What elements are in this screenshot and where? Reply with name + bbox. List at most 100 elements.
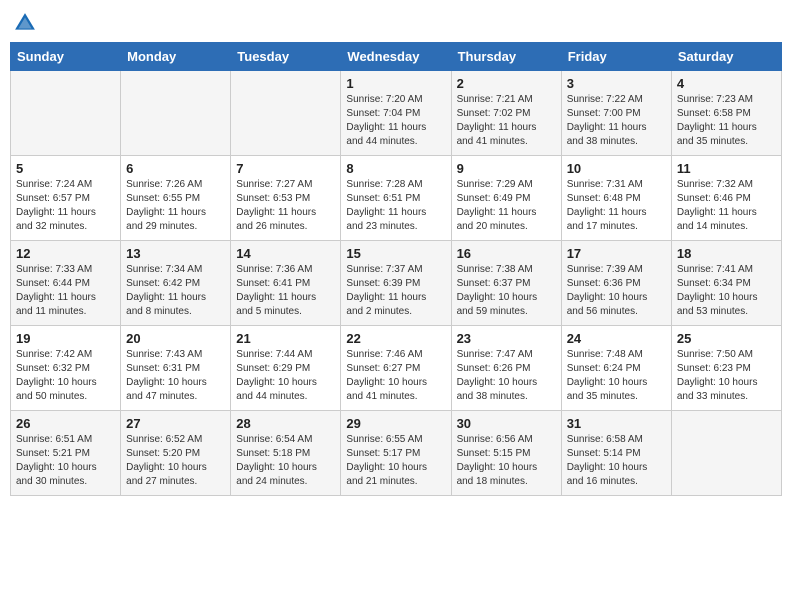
day-number: 26 [16,416,115,431]
day-info: Sunrise: 7:21 AM Sunset: 7:02 PM Dayligh… [457,93,556,149]
day-cell: 1Sunrise: 7:20 AM Sunset: 7:04 PM Daylig… [341,71,451,156]
day-info: Sunrise: 7:26 AM Sunset: 6:55 PM Dayligh… [126,178,225,234]
day-number: 14 [236,246,335,261]
day-number: 17 [567,246,666,261]
day-cell: 31 Sunrise: 6:58 AM Sunset: 5:14 PM Dayli… [561,411,671,496]
day-number: 7 [236,161,335,176]
day-cell [671,411,781,496]
header-cell-sunday: Sunday [11,43,121,71]
day-cell: 9 Sunrise: 7:29 AM Sunset: 6:49 PM Daylig… [451,156,561,241]
day-info: Sunrise: 6:52 AM Sunset: 5:20 PM Dayligh… [126,433,225,489]
day-info: Sunrise: 7:33 AM Sunset: 6:44 PM Dayligh… [16,263,115,319]
logo [14,10,40,34]
day-number: 13 [126,246,225,261]
day-info: Sunrise: 6:54 AM Sunset: 5:18 PM Dayligh… [236,433,335,489]
header-cell-wednesday: Wednesday [341,43,451,71]
calendar-header: SundayMondayTuesdayWednesdayThursdayFrid… [11,43,782,71]
day-cell: 2 Sunrise: 7:21 AM Sunset: 7:02 PM Daylig… [451,71,561,156]
header-cell-monday: Monday [121,43,231,71]
day-cell: 11 Sunrise: 7:32 AM Sunset: 6:46 PM Dayli… [671,156,781,241]
day-info: Sunrise: 7:34 AM Sunset: 6:42 PM Dayligh… [126,263,225,319]
day-number: 28 [236,416,335,431]
day-info: Sunrise: 7:37 AM Sunset: 6:39 PM Dayligh… [346,263,445,319]
day-cell: 21Sunrise: 7:44 AM Sunset: 6:29 PM Dayli… [231,326,341,411]
day-cell: 16Sunrise: 7:38 AM Sunset: 6:37 PM Dayli… [451,241,561,326]
day-cell: 5 Sunrise: 7:24 AM Sunset: 6:57 PM Daylig… [11,156,121,241]
day-number: 9 [457,161,556,176]
header-row: SundayMondayTuesdayWednesdayThursdayFrid… [11,43,782,71]
day-number: 21 [236,331,335,346]
day-number: 29 [346,416,445,431]
day-info: Sunrise: 6:58 AM Sunset: 5:14 PM Dayligh… [567,433,666,489]
day-info: Sunrise: 7:32 AM Sunset: 6:46 PM Dayligh… [677,178,776,234]
day-info: Sunrise: 7:50 AM Sunset: 6:23 PM Dayligh… [677,348,776,404]
week-row-1: 1Sunrise: 7:20 AM Sunset: 7:04 PM Daylig… [11,71,782,156]
day-number: 6 [126,161,225,176]
day-info: Sunrise: 7:38 AM Sunset: 6:37 PM Dayligh… [457,263,556,319]
day-number: 30 [457,416,556,431]
day-info: Sunrise: 6:56 AM Sunset: 5:15 PM Dayligh… [457,433,556,489]
day-info: Sunrise: 7:27 AM Sunset: 6:53 PM Dayligh… [236,178,335,234]
week-row-2: 5 Sunrise: 7:24 AM Sunset: 6:57 PM Daylig… [11,156,782,241]
day-cell: 14Sunrise: 7:36 AM Sunset: 6:41 PM Dayli… [231,241,341,326]
day-info: Sunrise: 7:23 AM Sunset: 6:58 PM Dayligh… [677,93,776,149]
day-number: 10 [567,161,666,176]
day-cell: 19Sunrise: 7:42 AM Sunset: 6:32 PM Dayli… [11,326,121,411]
day-info: Sunrise: 7:29 AM Sunset: 6:49 PM Dayligh… [457,178,556,234]
day-cell: 23 Sunrise: 7:47 AM Sunset: 6:26 PM Dayli… [451,326,561,411]
day-cell [231,71,341,156]
header-cell-saturday: Saturday [671,43,781,71]
day-info: Sunrise: 6:55 AM Sunset: 5:17 PM Dayligh… [346,433,445,489]
day-cell: 15 Sunrise: 7:37 AM Sunset: 6:39 PM Dayli… [341,241,451,326]
day-number: 15 [346,246,445,261]
day-cell: 29 Sunrise: 6:55 AM Sunset: 5:17 PM Dayli… [341,411,451,496]
day-number: 18 [677,246,776,261]
day-number: 12 [16,246,115,261]
day-info: Sunrise: 7:31 AM Sunset: 6:48 PM Dayligh… [567,178,666,234]
calendar-body: 1Sunrise: 7:20 AM Sunset: 7:04 PM Daylig… [11,71,782,496]
logo-icon [14,12,36,34]
day-number: 23 [457,331,556,346]
day-cell: 20Sunrise: 7:43 AM Sunset: 6:31 PM Dayli… [121,326,231,411]
day-number: 4 [677,76,776,91]
day-number: 31 [567,416,666,431]
header-cell-friday: Friday [561,43,671,71]
day-cell: 26 Sunrise: 6:51 AM Sunset: 5:21 PM Dayli… [11,411,121,496]
day-cell: 3Sunrise: 7:22 AM Sunset: 7:00 PM Daylig… [561,71,671,156]
day-number: 20 [126,331,225,346]
day-number: 5 [16,161,115,176]
day-number: 8 [346,161,445,176]
day-cell: 10 Sunrise: 7:31 AM Sunset: 6:48 PM Dayli… [561,156,671,241]
day-number: 25 [677,331,776,346]
day-number: 24 [567,331,666,346]
day-info: Sunrise: 7:47 AM Sunset: 6:26 PM Dayligh… [457,348,556,404]
day-number: 22 [346,331,445,346]
day-cell: 6 Sunrise: 7:26 AM Sunset: 6:55 PM Daylig… [121,156,231,241]
day-cell: 30 Sunrise: 6:56 AM Sunset: 5:15 PM Dayli… [451,411,561,496]
day-number: 3 [567,76,666,91]
day-cell [11,71,121,156]
day-number: 2 [457,76,556,91]
week-row-4: 19Sunrise: 7:42 AM Sunset: 6:32 PM Dayli… [11,326,782,411]
day-cell: 17Sunrise: 7:39 AM Sunset: 6:36 PM Dayli… [561,241,671,326]
day-info: Sunrise: 6:51 AM Sunset: 5:21 PM Dayligh… [16,433,115,489]
day-cell: 18Sunrise: 7:41 AM Sunset: 6:34 PM Dayli… [671,241,781,326]
day-info: Sunrise: 7:20 AM Sunset: 7:04 PM Dayligh… [346,93,445,149]
day-cell: 28 Sunrise: 6:54 AM Sunset: 5:18 PM Dayli… [231,411,341,496]
day-cell [121,71,231,156]
day-cell: 4 Sunrise: 7:23 AM Sunset: 6:58 PM Daylig… [671,71,781,156]
day-cell: 13 Sunrise: 7:34 AM Sunset: 6:42 PM Dayli… [121,241,231,326]
day-info: Sunrise: 7:46 AM Sunset: 6:27 PM Dayligh… [346,348,445,404]
day-info: Sunrise: 7:24 AM Sunset: 6:57 PM Dayligh… [16,178,115,234]
day-number: 11 [677,161,776,176]
calendar-table: SundayMondayTuesdayWednesdayThursdayFrid… [10,42,782,496]
week-row-5: 26 Sunrise: 6:51 AM Sunset: 5:21 PM Dayli… [11,411,782,496]
day-number: 27 [126,416,225,431]
day-cell: 12 Sunrise: 7:33 AM Sunset: 6:44 PM Dayli… [11,241,121,326]
week-row-3: 12 Sunrise: 7:33 AM Sunset: 6:44 PM Dayli… [11,241,782,326]
day-cell: 22 Sunrise: 7:46 AM Sunset: 6:27 PM Dayli… [341,326,451,411]
day-number: 19 [16,331,115,346]
day-cell: 8Sunrise: 7:28 AM Sunset: 6:51 PM Daylig… [341,156,451,241]
day-info: Sunrise: 7:48 AM Sunset: 6:24 PM Dayligh… [567,348,666,404]
header-cell-tuesday: Tuesday [231,43,341,71]
